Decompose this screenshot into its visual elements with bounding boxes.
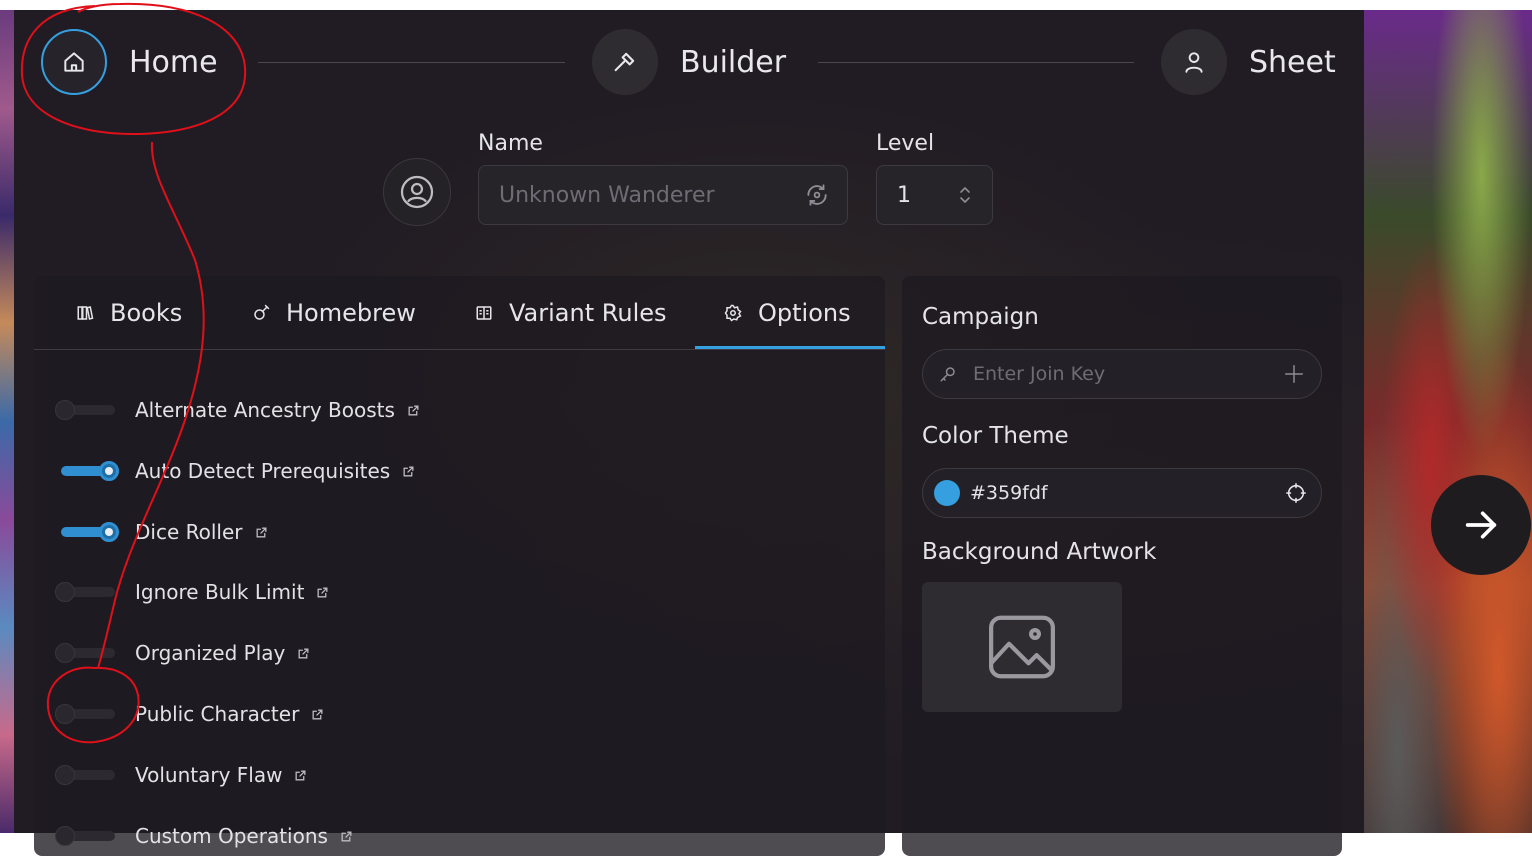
option-toggle[interactable] xyxy=(55,704,115,724)
tab-options[interactable]: Options xyxy=(724,276,851,349)
color-picker-icon[interactable] xyxy=(1285,482,1307,504)
settings-panel: Books Homebrew Variant Rules Options Alt… xyxy=(34,276,885,856)
tab-books-label: Books xyxy=(110,298,183,327)
external-link-icon[interactable] xyxy=(294,769,307,782)
active-tab-indicator xyxy=(695,346,885,349)
image-icon xyxy=(989,615,1055,679)
option-label: Voluntary Flaw xyxy=(135,763,283,787)
external-link-icon[interactable] xyxy=(311,708,324,721)
toggle-knob xyxy=(55,826,75,846)
option-label: Ignore Bulk Limit xyxy=(135,580,305,604)
color-swatch[interactable] xyxy=(934,480,960,506)
level-value: 1 xyxy=(897,182,911,208)
option-label: Organized Play xyxy=(135,641,286,665)
toggle-knob xyxy=(99,522,119,542)
step-home-label: Home xyxy=(129,44,218,80)
option-row: Alternate Ancestry Boosts xyxy=(55,395,420,425)
level-stepper[interactable]: 1 xyxy=(876,165,993,225)
option-toggle[interactable] xyxy=(55,765,115,785)
level-label: Level xyxy=(876,131,935,156)
tab-homebrew[interactable]: Homebrew xyxy=(252,276,416,349)
tab-options-label: Options xyxy=(758,298,851,327)
external-link-icon[interactable] xyxy=(407,404,420,417)
tab-homebrew-label: Homebrew xyxy=(286,298,416,327)
option-row: Custom Operations xyxy=(55,821,353,851)
step-builder-label: Builder xyxy=(680,44,787,80)
book-open-icon xyxy=(475,304,493,322)
stepper-line xyxy=(818,62,1134,63)
books-icon xyxy=(76,304,94,322)
home-icon xyxy=(41,29,107,95)
toggle-knob xyxy=(55,704,75,724)
external-link-icon[interactable] xyxy=(255,526,268,539)
refresh-icon[interactable] xyxy=(804,182,830,212)
toggle-knob xyxy=(99,461,119,481)
key-icon xyxy=(939,365,957,383)
campaign-join-field xyxy=(922,349,1322,399)
stepper-line xyxy=(258,62,565,63)
option-label: Dice Roller xyxy=(135,520,243,544)
tab-bar: Books Homebrew Variant Rules Options xyxy=(34,276,885,350)
character-name-input[interactable] xyxy=(478,165,848,225)
potion-icon xyxy=(252,304,270,322)
option-row: Dice Roller xyxy=(61,517,268,547)
option-label: Auto Detect Prerequisites xyxy=(135,459,391,483)
external-link-icon[interactable] xyxy=(316,586,329,599)
color-theme-label: Color Theme xyxy=(922,423,1069,449)
campaign-label: Campaign xyxy=(922,304,1039,330)
option-row: Organized Play xyxy=(55,638,310,668)
option-label: Alternate Ancestry Boosts xyxy=(135,398,395,422)
join-key-input[interactable] xyxy=(971,362,1283,386)
toggle-knob xyxy=(55,765,75,785)
toggle-knob xyxy=(55,582,75,602)
chevron-up-down-icon[interactable] xyxy=(958,184,972,212)
user-icon xyxy=(1161,29,1227,95)
toggle-knob xyxy=(55,400,75,420)
step-home[interactable]: Home xyxy=(41,29,218,95)
option-toggle[interactable] xyxy=(61,522,119,542)
tab-variant-rules[interactable]: Variant Rules xyxy=(475,276,667,349)
step-builder[interactable]: Builder xyxy=(592,29,786,95)
external-link-icon[interactable] xyxy=(402,465,415,478)
tab-variant-rules-label: Variant Rules xyxy=(509,298,667,327)
gear-icon xyxy=(724,304,742,322)
option-toggle[interactable] xyxy=(61,461,119,481)
avatar-icon xyxy=(400,175,434,209)
option-label: Custom Operations xyxy=(135,824,328,848)
color-theme-field[interactable]: #359fdf xyxy=(922,468,1322,518)
step-sheet[interactable]: Sheet xyxy=(1161,29,1336,95)
option-row: Voluntary Flaw xyxy=(55,760,307,790)
hammer-icon xyxy=(592,29,658,95)
option-row: Auto Detect Prerequisites xyxy=(61,456,415,486)
option-row: Ignore Bulk Limit xyxy=(55,577,329,607)
color-theme-value: #359fdf xyxy=(970,482,1048,504)
background-artwork-right xyxy=(1364,10,1532,833)
background-artwork-label: Background Artwork xyxy=(922,539,1157,565)
external-link-icon[interactable] xyxy=(340,830,353,843)
external-link-icon[interactable] xyxy=(297,647,310,660)
background-artwork-picker[interactable] xyxy=(922,582,1122,712)
option-label: Public Character xyxy=(135,702,300,726)
option-toggle[interactable] xyxy=(55,582,115,602)
step-sheet-label: Sheet xyxy=(1249,44,1336,80)
toggle-knob xyxy=(55,643,75,663)
plus-icon[interactable] xyxy=(1283,363,1305,385)
arrow-right-icon xyxy=(1465,511,1497,539)
next-step-button[interactable] xyxy=(1431,475,1531,575)
option-toggle[interactable] xyxy=(55,643,115,663)
option-toggle[interactable] xyxy=(55,400,115,420)
background-artwork-left xyxy=(0,10,14,833)
campaign-panel: Campaign Color Theme #359fdf Background … xyxy=(902,276,1342,856)
avatar-button[interactable] xyxy=(383,158,451,226)
character-builder-panel: Home Builder Sheet Name Level 1 xyxy=(14,10,1364,856)
name-label: Name xyxy=(478,131,543,156)
tab-books[interactable]: Books xyxy=(76,276,182,349)
option-row: Public Character xyxy=(55,699,324,729)
